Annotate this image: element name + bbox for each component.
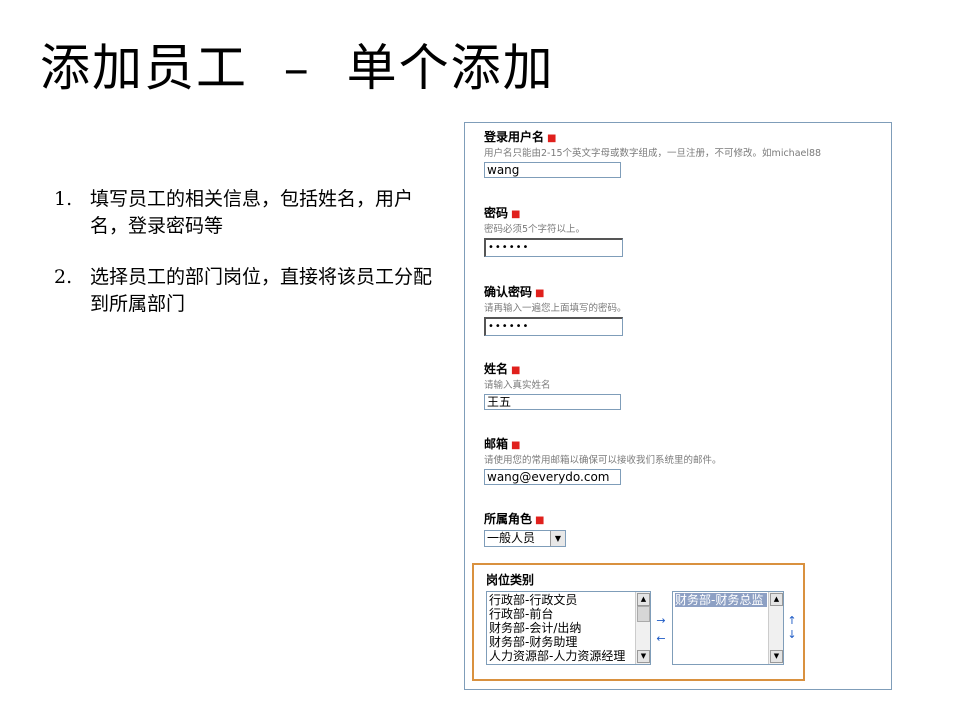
scroll-down-icon[interactable]: ▼ — [637, 650, 650, 663]
dropdown-arrow-icon[interactable]: ▼ — [551, 531, 565, 546]
instruction-number: 2. — [54, 266, 73, 288]
label-text: 确认密码 — [484, 285, 533, 299]
name-label: 姓名 ■ — [484, 362, 621, 378]
password-input[interactable]: •••••• — [484, 238, 623, 257]
move-up-arrow-icon[interactable]: ↑ — [785, 615, 799, 626]
list-item[interactable]: 财务部-财务总监 — [675, 593, 767, 607]
add-employee-form: 登录用户名 ■ 用户名只能由2-15个英文字母或数字组成，一旦注册，不可修改。如m… — [464, 122, 892, 690]
scroll-down-icon[interactable]: ▼ — [770, 650, 783, 663]
instruction-list: 1. 填写员工的相关信息，包括姓名，用户名，登录密码等 2. 选择员工的部门岗位… — [54, 186, 434, 342]
required-mark: ■ — [511, 209, 521, 220]
confirm-password-input[interactable]: •••••• — [484, 317, 623, 336]
role-field: 所属角色 ■ 一般人员 ▼ — [484, 512, 566, 547]
email-input[interactable]: wang@everydo.com — [484, 469, 621, 485]
instruction-item-1: 1. 填写员工的相关信息，包括姓名，用户名，登录密码等 — [54, 186, 434, 240]
confirm-password-hint: 请再输入一遍您上面填写的密码。 — [484, 303, 627, 314]
email-hint: 请使用您的常用邮箱以确保可以接收我们系统里的邮件。 — [484, 455, 722, 466]
list-item[interactable]: 财务部-财务助理 — [489, 635, 634, 649]
label-text: 所属角色 — [484, 512, 533, 526]
scroll-up-icon[interactable]: ▲ — [770, 593, 783, 606]
required-mark: ■ — [511, 365, 521, 376]
list-item[interactable]: 行政部-前台 — [489, 607, 634, 621]
name-hint: 请输入真实姓名 — [484, 380, 551, 391]
move-down-arrow-icon[interactable]: ↓ — [785, 629, 799, 640]
login-username-label: 登录用户名 ■ — [484, 130, 821, 146]
scroll-up-icon[interactable]: ▲ — [637, 593, 650, 606]
role-select[interactable]: 一般人员 ▼ — [484, 530, 566, 547]
role-label: 所属角色 ■ — [484, 512, 566, 528]
instruction-number: 1. — [54, 188, 73, 210]
list-item[interactable]: 财务部-会计/出纳 — [489, 621, 634, 635]
name-field: 姓名 ■ 请输入真实姓名 王五 — [484, 362, 621, 410]
position-category-label: 岗位类别 — [486, 573, 535, 587]
scroll-thumb[interactable] — [637, 606, 650, 622]
password-label: 密码 ■ — [484, 206, 623, 222]
password-field: 密码 ■ 密码必须5个字符以上。 •••••• — [484, 206, 623, 257]
selected-positions-list[interactable]: 财务部-财务总监 ▲ ▼ — [672, 591, 784, 665]
scrollbar[interactable]: ▲ ▼ — [768, 592, 783, 664]
email-label: 邮箱 ■ — [484, 437, 722, 453]
required-mark: ■ — [511, 440, 521, 451]
list-item[interactable]: 行政部-行政文员 — [489, 593, 634, 607]
scrollbar[interactable]: ▲ ▼ — [635, 592, 650, 664]
role-select-value: 一般人员 — [485, 531, 551, 546]
slide-title: 添加员工 – 单个添加 — [40, 39, 555, 97]
label-text: 邮箱 — [484, 437, 509, 451]
label-text: 登录用户名 — [484, 130, 545, 144]
instruction-text: 选择员工的部门岗位，直接将该员工分配到所属部门 — [90, 266, 433, 315]
instruction-item-2: 2. 选择员工的部门岗位，直接将该员工分配到所属部门 — [54, 264, 434, 318]
confirm-password-field: 确认密码 ■ 请再输入一遍您上面填写的密码。 •••••• — [484, 285, 627, 336]
login-username-input[interactable]: wang — [484, 162, 621, 178]
remove-position-arrow-icon[interactable]: ← — [654, 633, 668, 644]
label-text: 姓名 — [484, 362, 509, 376]
confirm-password-label: 确认密码 ■ — [484, 285, 627, 301]
list-item[interactable]: 人力资源部-人力资源经理 — [489, 649, 634, 663]
email-field: 邮箱 ■ 请使用您的常用邮箱以确保可以接收我们系统里的邮件。 wang@every… — [484, 437, 722, 485]
label-text: 密码 — [484, 206, 509, 220]
available-positions-list[interactable]: 行政部-行政文员 行政部-前台 财务部-会计/出纳 财务部-财务助理 人力资源部… — [486, 591, 651, 665]
required-mark: ■ — [535, 288, 545, 299]
login-username-field: 登录用户名 ■ 用户名只能由2-15个英文字母或数字组成，一旦注册，不可修改。如m… — [484, 130, 821, 178]
password-hint: 密码必须5个字符以上。 — [484, 224, 586, 235]
name-input[interactable]: 王五 — [484, 394, 621, 410]
position-category-panel: 岗位类别 行政部-行政文员 行政部-前台 财务部-会计/出纳 财务部-财务助理 … — [472, 563, 805, 681]
instruction-text: 填写员工的相关信息，包括姓名，用户名，登录密码等 — [90, 188, 414, 237]
required-mark: ■ — [547, 133, 557, 144]
add-position-arrow-icon[interactable]: → — [654, 615, 668, 626]
login-username-hint: 用户名只能由2-15个英文字母或数字组成，一旦注册，不可修改。如michael8… — [484, 148, 822, 159]
required-mark: ■ — [535, 515, 545, 526]
